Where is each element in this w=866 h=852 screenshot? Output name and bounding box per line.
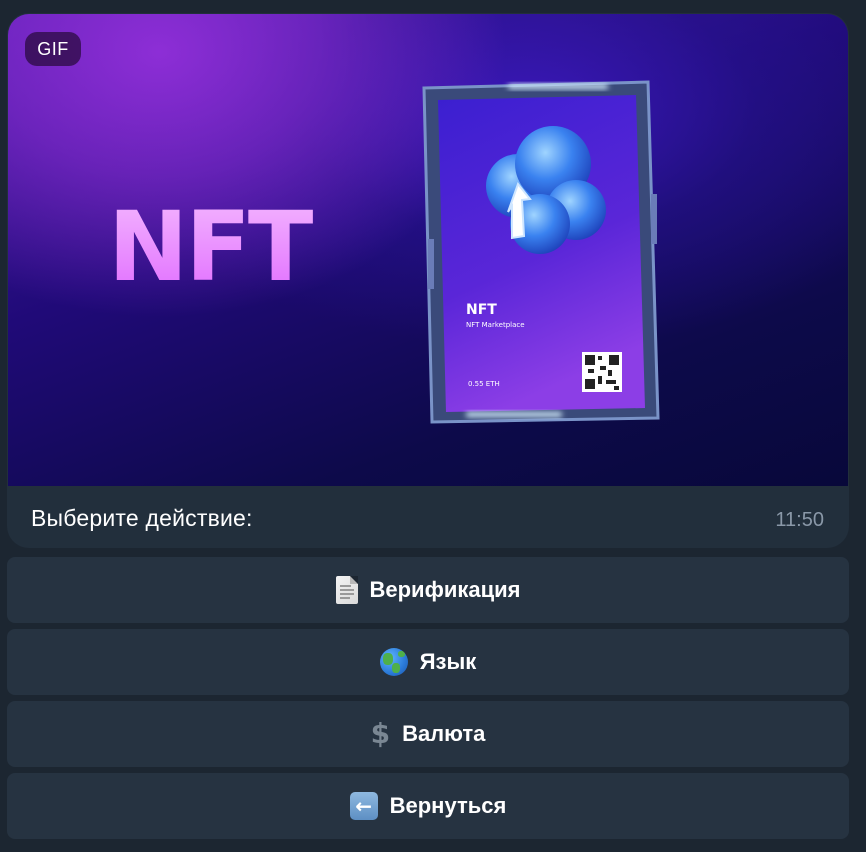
page-icon (335, 576, 358, 604)
gif-badge: GIF (25, 32, 81, 66)
card-subtitle: NFT Marketplace (466, 321, 525, 329)
message-bubble: NFT NFT NFT Marketplace 0.55 ETH GIF Выб… (7, 13, 849, 548)
verification-button[interactable]: Верификация (7, 557, 849, 623)
back-button[interactable]: ← Вернуться (7, 773, 849, 839)
verification-button-label: Верификация (369, 577, 521, 602)
globe-icon (379, 648, 408, 676)
back-button-label: Вернуться (389, 793, 507, 818)
card-price: 0.55 ETH (468, 380, 500, 388)
qr-code-icon (582, 352, 622, 392)
nft-card: NFT NFT Marketplace 0.55 ETH (422, 80, 660, 424)
card-title: NFT (466, 302, 497, 318)
chat-view: NFT NFT NFT Marketplace 0.55 ETH GIF Выб… (0, 0, 866, 852)
message-caption: Выберите действие: (31, 505, 253, 531)
message-time: 11:50 (775, 509, 824, 531)
language-button-label: Язык (419, 649, 477, 674)
nft-headline: NFT (108, 191, 313, 303)
gif-media[interactable]: NFT NFT NFT Marketplace 0.55 ETH GIF (8, 14, 848, 486)
currency-button[interactable]: $ Валюта (7, 701, 849, 767)
back-arrow-icon: ← (349, 792, 378, 820)
nft-artwork: NFT NFT NFT Marketplace 0.55 ETH (108, 80, 660, 424)
language-button[interactable]: Язык (7, 629, 849, 695)
currency-button-label: Валюта (402, 721, 486, 746)
dollar-icon: $ (370, 717, 391, 750)
